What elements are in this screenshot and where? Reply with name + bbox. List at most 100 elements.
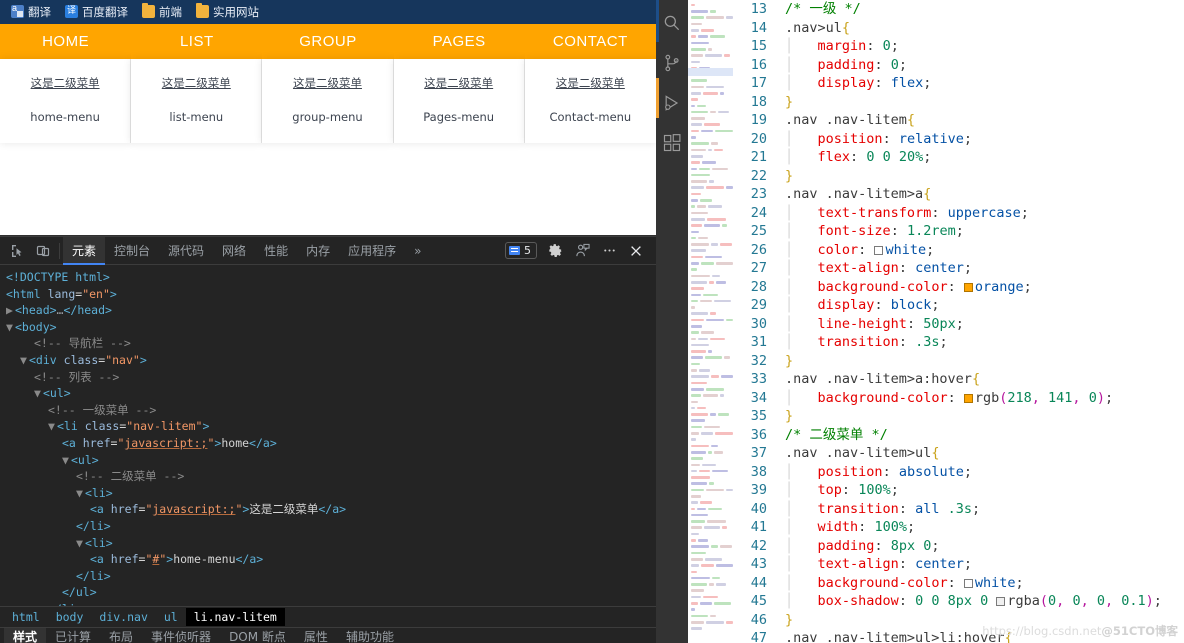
nav-item[interactable]: LIST 这是二级菜单 list-menu — [131, 24, 263, 143]
device-toolbar-icon[interactable] — [30, 239, 56, 263]
dom-node-line[interactable]: <html lang="en"> — [0, 286, 656, 303]
nav-item[interactable]: HOME 这是二级菜单 home-menu — [0, 24, 132, 143]
submenu-item[interactable]: 这是二级菜单 — [131, 67, 261, 101]
dom-node-line[interactable]: ▼ <li> — [0, 485, 656, 502]
code-line[interactable]: │ text-transform: uppercase; — [785, 204, 1184, 223]
close-icon[interactable] — [623, 239, 649, 263]
search-icon[interactable] — [656, 4, 688, 42]
code-line[interactable]: │ box-shadow: 0 0 8px 0 rgba(0, 0, 0, 0.… — [785, 592, 1184, 611]
styles-tab[interactable]: 事件侦听器 — [142, 628, 220, 643]
code-area[interactable]: 13 14 15 16 17 18 19 20 21 22 23 24 25 26 27 28 29 30 31 32… — [733, 0, 1184, 643]
submenu-item[interactable]: 这是二级菜单 — [0, 67, 130, 101]
code-line[interactable]: │ display: flex; — [785, 74, 1184, 93]
nav-link-pages[interactable]: PAGES — [393, 24, 525, 59]
code-line[interactable]: /* 一级 */ — [785, 0, 1184, 19]
nav-link-list[interactable]: LIST — [131, 24, 263, 59]
styles-tab[interactable]: DOM 断点 — [220, 628, 295, 643]
submenu-item[interactable]: home-menu — [0, 101, 130, 135]
styles-tab[interactable]: 布局 — [100, 628, 142, 643]
devtools-tab[interactable]: 应用程序 — [339, 237, 405, 265]
extensions-icon[interactable] — [656, 124, 688, 162]
code-line[interactable]: │ top: 100%; — [785, 481, 1184, 500]
settings-gear-icon[interactable] — [542, 239, 568, 263]
styles-tab[interactable]: 辅助功能 — [337, 628, 403, 643]
code-line[interactable]: │ font-size: 1.2rem; — [785, 222, 1184, 241]
dom-tree[interactable]: <!DOCTYPE html> <html lang="en"> ▶ <head>…<… — [0, 265, 656, 606]
inspect-element-icon[interactable] — [4, 239, 30, 263]
submenu-link[interactable]: 这是二级菜单 — [162, 76, 231, 90]
bookmark-item[interactable]: 翻译 — [6, 4, 56, 20]
code-line[interactable]: │ transition: all .3s; — [785, 500, 1184, 519]
code-line[interactable]: } — [785, 352, 1184, 371]
code-line[interactable]: │ background-color: rgb(218, 141, 0); — [785, 389, 1184, 408]
submenu-item[interactable]: Contact-menu — [525, 101, 656, 135]
breadcrumb-item[interactable]: body — [48, 608, 92, 626]
dom-node-line[interactable]: ▼ <ul> — [0, 385, 656, 402]
submenu-item[interactable]: Pages-menu — [394, 101, 524, 135]
code-line[interactable]: /* 二级菜单 */ — [785, 426, 1184, 445]
code-line[interactable]: │ position: relative; — [785, 130, 1184, 149]
devtools-tab[interactable]: 内存 — [297, 237, 339, 265]
issues-badge[interactable]: 5 — [505, 242, 537, 259]
devtools-tab[interactable]: 性能 — [255, 237, 297, 265]
code-line[interactable]: .nav .nav-litem{ — [785, 111, 1184, 130]
bookmark-item[interactable]: 实用网站 — [191, 3, 264, 20]
submenu-link[interactable]: Pages-menu — [423, 110, 494, 124]
breadcrumb-item[interactable]: div.nav — [91, 608, 155, 626]
code-line[interactable]: } — [785, 93, 1184, 112]
styles-tab[interactable]: 样式 — [4, 628, 47, 643]
dom-node-line[interactable]: <!-- 导航栏 --> — [0, 335, 656, 352]
dom-node-line[interactable]: </ul> — [0, 584, 656, 601]
dom-node-line[interactable]: <!DOCTYPE html> — [0, 269, 656, 286]
devtools-tab[interactable]: 元素 — [63, 236, 106, 265]
code-line[interactable]: │ transition: .3s; — [785, 333, 1184, 352]
devtools-tab[interactable]: 控制台 — [105, 237, 159, 265]
source-control-icon[interactable] — [656, 44, 688, 82]
run-and-debug-icon[interactable] — [656, 84, 688, 122]
code-line[interactable]: │ padding: 8px 0; — [785, 537, 1184, 556]
dom-node-line[interactable]: ▼ <div class="nav"> — [0, 352, 656, 369]
submenu-item[interactable]: 这是二级菜单 — [262, 67, 392, 101]
breadcrumb-item[interactable]: li.nav-litem — [185, 608, 285, 626]
code-line[interactable]: │ text-align: center; — [785, 259, 1184, 278]
code-line[interactable]: .nav .nav-litem>a:hover{ — [785, 370, 1184, 389]
styles-tab[interactable]: 已计算 — [46, 628, 100, 643]
submenu-item[interactable]: list-menu — [131, 101, 261, 135]
submenu-link[interactable]: 这是二级菜单 — [424, 76, 493, 90]
dom-node-line[interactable]: ▼ <body> — [0, 319, 656, 336]
nav-item[interactable]: CONTACT 这是二级菜单 Contact-menu — [524, 24, 656, 143]
devtools-tab[interactable]: 源代码 — [159, 237, 213, 265]
nav-link-group[interactable]: GROUP — [262, 24, 394, 59]
dom-node-line[interactable]: ▼ <ul> — [0, 452, 656, 469]
code-line[interactable]: │ line-height: 50px; — [785, 315, 1184, 334]
dom-node-line[interactable]: </li> — [0, 518, 656, 535]
dom-node-line[interactable]: ▼ <li> — [0, 535, 656, 552]
bookmark-item[interactable]: 前端 — [137, 3, 187, 20]
dom-node-line[interactable]: <!-- 一级菜单 --> — [0, 402, 656, 419]
code-line[interactable]: } — [785, 167, 1184, 186]
submenu-item[interactable]: 这是二级菜单 — [525, 67, 656, 101]
breadcrumb-item[interactable]: html — [4, 608, 48, 626]
code-line[interactable]: │ flex: 0 0 20%; — [785, 148, 1184, 167]
nav-item[interactable]: PAGES 这是二级菜单 Pages-menu — [393, 24, 525, 143]
code-line[interactable]: .nav .nav-litem>a{ — [785, 185, 1184, 204]
code-line[interactable]: │ width: 100%; — [785, 518, 1184, 537]
dom-node-line[interactable]: <a href="#">home-menu</a> — [0, 551, 656, 568]
code-line[interactable]: │ background-color: orange; — [785, 278, 1184, 297]
styles-tab[interactable]: 属性 — [295, 628, 337, 643]
code-line[interactable]: .nav>ul{ — [785, 19, 1184, 38]
nav-link-contact[interactable]: CONTACT — [524, 24, 656, 59]
code-line[interactable]: .nav .nav-litem>ul{ — [785, 444, 1184, 463]
submenu-link[interactable]: group-menu — [292, 110, 362, 124]
code-line[interactable]: │ margin: 0; — [785, 37, 1184, 56]
nav-link-home[interactable]: HOME — [0, 24, 132, 59]
code-line[interactable]: │ display: block; — [785, 296, 1184, 315]
submenu-link[interactable]: home-menu — [30, 110, 100, 124]
code-line[interactable]: │ padding: 0; — [785, 56, 1184, 75]
code-content[interactable]: /* 一级 */.nav>ul{│ margin: 0; │ padding: 0… — [775, 0, 1184, 643]
submenu-link[interactable]: Contact-menu — [549, 110, 631, 124]
submenu-link[interactable]: 这是二级菜单 — [31, 76, 100, 90]
feedback-icon[interactable] — [569, 239, 595, 263]
dom-node-line[interactable]: <a href="javascript:;">这是二级菜单</a> — [0, 501, 656, 518]
dom-node-line[interactable]: <!-- 列表 --> — [0, 369, 656, 386]
